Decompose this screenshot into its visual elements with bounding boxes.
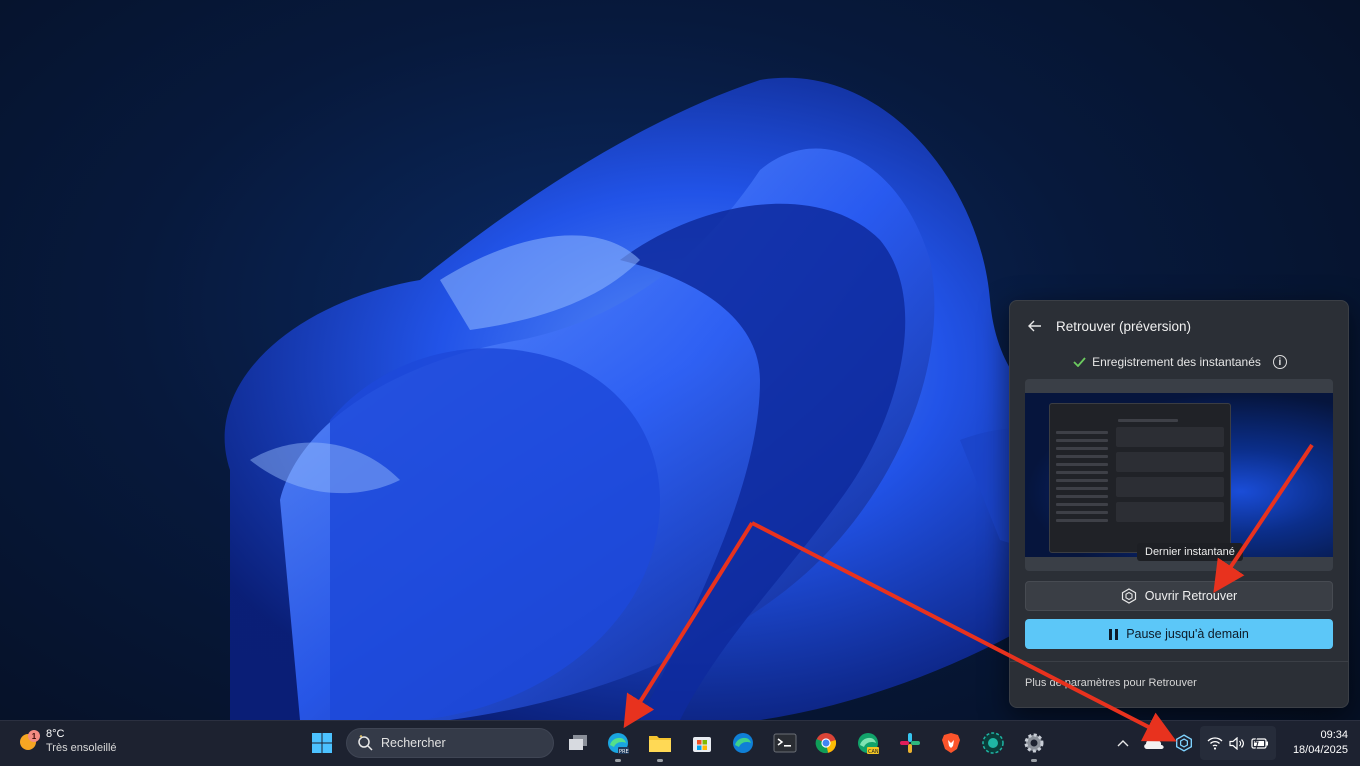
snapshot-image bbox=[1025, 393, 1333, 557]
notification-badge: 1 bbox=[28, 730, 40, 742]
slack-icon[interactable] bbox=[896, 729, 924, 757]
chrome-icon[interactable] bbox=[812, 729, 840, 757]
open-recall-label: Ouvrir Retrouver bbox=[1144, 589, 1238, 603]
terminal-icon[interactable] bbox=[771, 729, 799, 757]
windows-start-icon[interactable] bbox=[308, 729, 336, 757]
screen-recorder-icon[interactable] bbox=[979, 729, 1007, 757]
task-view-icon[interactable] bbox=[564, 729, 592, 757]
status-text: Enregistrement des instantanés bbox=[1092, 355, 1261, 369]
clock-date: 18/04/2025 bbox=[1292, 744, 1348, 756]
edge-icon[interactable] bbox=[729, 729, 757, 757]
snapshot-label: Dernier instantané bbox=[1137, 543, 1243, 561]
back-arrow-icon[interactable] bbox=[1024, 315, 1046, 337]
search-icon bbox=[358, 735, 373, 751]
pause-until-tomorrow-button[interactable]: Pause jusqu'à demain bbox=[1025, 619, 1333, 649]
file-explorer-icon[interactable] bbox=[646, 729, 674, 762]
pause-label: Pause jusqu'à demain bbox=[1126, 627, 1249, 641]
battery-charging-icon bbox=[1251, 737, 1268, 749]
flyout-header: Retrouver (préversion) bbox=[1024, 315, 1191, 337]
clock-time: 09:34 bbox=[1320, 729, 1348, 741]
latest-snapshot-preview[interactable]: Dernier instantané bbox=[1025, 379, 1333, 571]
recall-tray-icon[interactable] bbox=[1172, 731, 1196, 755]
open-recall-button[interactable]: Ouvrir Retrouver bbox=[1025, 581, 1333, 611]
settings-gear-icon[interactable] bbox=[1020, 729, 1048, 762]
volume-icon bbox=[1229, 736, 1244, 750]
chevron-up-icon[interactable] bbox=[1114, 733, 1132, 753]
info-icon[interactable]: i bbox=[1272, 355, 1287, 369]
recall-flyout: Retrouver (préversion) Enregistrement de… bbox=[1009, 300, 1349, 708]
snapshot-settings-window bbox=[1049, 403, 1231, 553]
edge-canary-icon[interactable]: CAN bbox=[854, 729, 882, 757]
recall-icon bbox=[1121, 588, 1136, 604]
recording-status: Enregistrement des instantanés i bbox=[1010, 355, 1350, 369]
weather-description: Très ensoleillé bbox=[46, 742, 117, 754]
search-placeholder: Rechercher bbox=[381, 736, 446, 750]
desktop: Retrouver (préversion) Enregistrement de… bbox=[0, 0, 1360, 720]
quick-settings-tray[interactable] bbox=[1200, 726, 1276, 760]
weather-temperature: 8°C bbox=[46, 728, 65, 740]
microsoft-store-icon[interactable] bbox=[688, 729, 716, 757]
svg-text:PRE: PRE bbox=[619, 749, 629, 755]
checkmark-icon bbox=[1073, 357, 1086, 367]
onedrive-icon[interactable] bbox=[1142, 731, 1166, 755]
weather-widget[interactable]: 1 8°C Très ensoleillé bbox=[18, 727, 117, 755]
divider bbox=[1010, 661, 1348, 662]
wifi-icon bbox=[1207, 736, 1223, 750]
edge-preview-icon[interactable]: PRE bbox=[604, 729, 632, 762]
taskbar: 1 8°C Très ensoleillé Rechercher PRE CAN… bbox=[0, 720, 1360, 766]
taskbar-search[interactable]: Rechercher bbox=[346, 728, 554, 758]
brave-icon[interactable] bbox=[937, 729, 965, 757]
sun-icon: 1 bbox=[18, 730, 40, 752]
system-clock[interactable]: 09:34 18/04/2025 bbox=[1282, 728, 1348, 758]
more-settings-link[interactable]: Plus de paramètres pour Retrouver bbox=[1025, 677, 1197, 689]
pause-icon bbox=[1109, 628, 1119, 640]
svg-text:CAN: CAN bbox=[868, 749, 879, 755]
flyout-title: Retrouver (préversion) bbox=[1056, 318, 1192, 334]
